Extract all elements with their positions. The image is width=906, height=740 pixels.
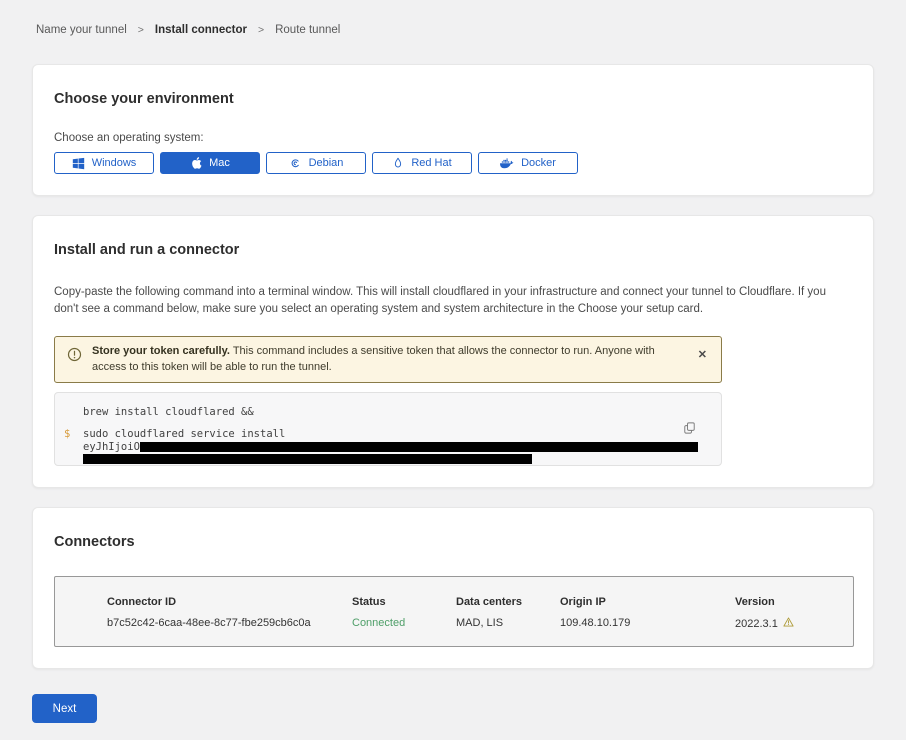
data-centers-cell: MAD, LIS [456, 617, 560, 630]
warning-triangle-icon[interactable] [783, 617, 794, 630]
docker-icon [500, 158, 514, 169]
column-header-data-centers: Data centers [456, 596, 560, 608]
os-button-label: Mac [209, 157, 230, 169]
column-header-connector-id: Connector ID [107, 596, 352, 608]
token-warning-title: Store your token carefully. [92, 345, 230, 357]
redacted-token-bar [83, 454, 532, 464]
token-prefix: eyJhIjoiO [83, 441, 140, 453]
breadcrumb-install-connector[interactable]: Install connector [155, 24, 247, 36]
install-command-codeblock[interactable]: brew install cloudflared && $ sudo cloud… [54, 392, 722, 466]
install-card-title: Install and run a connector [54, 242, 852, 258]
copy-icon[interactable] [682, 420, 697, 439]
os-select-label: Choose an operating system: [54, 132, 852, 144]
os-button-group: Windows Mac Debian Red Hat Docker [54, 152, 852, 174]
origin-ip-cell: 109.48.10.179 [560, 617, 735, 630]
redacted-token-bar [140, 442, 698, 452]
status-badge: Connected [352, 617, 456, 630]
connector-id-cell: b7c52c42-6caa-48ee-8c77-fbe259cb6c0a [107, 617, 352, 630]
alert-circle-icon [67, 344, 82, 367]
column-header-origin-ip: Origin IP [560, 596, 735, 608]
os-button-label: Docker [521, 157, 556, 169]
os-button-debian[interactable]: Debian [266, 152, 366, 174]
os-button-docker[interactable]: Docker [478, 152, 578, 174]
breadcrumb-route-tunnel[interactable]: Route tunnel [275, 24, 340, 36]
token-warning-text: Store your token carefully. This command… [92, 344, 684, 375]
breadcrumb-name-your-tunnel[interactable]: Name your tunnel [36, 24, 127, 36]
install-description: Copy-paste the following command into a … [54, 284, 852, 318]
environment-card: Choose your environment Choose an operat… [32, 64, 874, 196]
token-warning-banner: Store your token carefully. This command… [54, 336, 722, 383]
breadcrumb: Name your tunnel > Install connector > R… [0, 0, 906, 36]
breadcrumb-separator: > [138, 24, 144, 36]
install-card: Install and run a connector Copy-paste t… [32, 215, 874, 488]
redhat-icon [392, 157, 404, 170]
code-line-brew: brew install cloudflared && [83, 406, 721, 418]
connectors-table: Connector ID Status Data centers Origin … [54, 576, 854, 647]
column-header-version: Version [735, 596, 853, 608]
close-icon[interactable]: ✕ [694, 344, 711, 367]
os-button-label: Windows [92, 157, 137, 169]
breadcrumb-separator: > [258, 24, 264, 36]
version-value: 2022.3.1 [735, 618, 778, 630]
code-line-command: sudo cloudflared service install [83, 428, 721, 440]
column-header-status: Status [352, 596, 456, 608]
os-button-label: Red Hat [411, 157, 451, 169]
environment-card-title: Choose your environment [54, 91, 852, 107]
shell-prompt: $ [64, 428, 70, 440]
os-button-windows[interactable]: Windows [54, 152, 154, 174]
os-button-label: Debian [309, 157, 344, 169]
connectors-card: Connectors Connector ID Status Data cent… [32, 507, 874, 669]
os-button-redhat[interactable]: Red Hat [372, 152, 472, 174]
next-button[interactable]: Next [32, 694, 97, 723]
debian-icon [289, 157, 302, 170]
apple-icon [190, 156, 202, 170]
connectors-card-title: Connectors [54, 534, 852, 550]
windows-icon [72, 157, 85, 170]
os-button-mac[interactable]: Mac [160, 152, 260, 174]
version-cell: 2022.3.1 [735, 617, 853, 630]
